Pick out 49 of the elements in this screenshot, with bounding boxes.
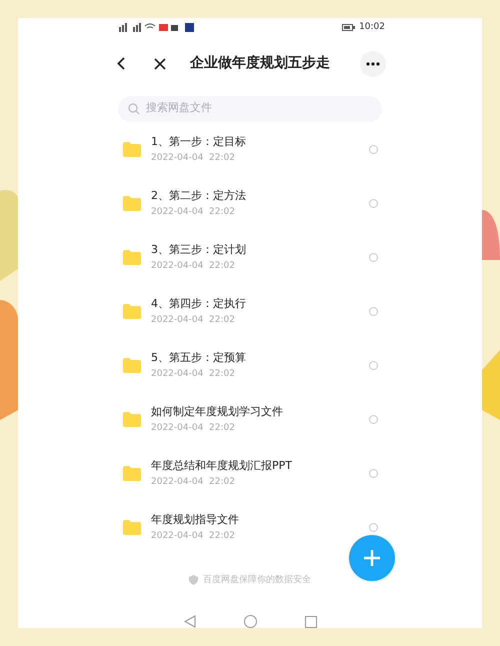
folder-icon xyxy=(123,304,141,319)
file-date: 2022-04-04 22:02 xyxy=(151,368,236,381)
file-name: 2、第二步：定方法 xyxy=(151,188,247,204)
back-nav-icon[interactable] xyxy=(184,615,196,628)
folder-title: 企业做年度规划五步走 xyxy=(190,54,330,74)
file-name: 如何制定年度规划学习文件 xyxy=(151,404,284,420)
file-name: 4、第四步：定执行 xyxy=(151,296,247,312)
select-radio[interactable] xyxy=(369,199,378,208)
file-name: 年度规划指导文件 xyxy=(151,512,240,528)
plus-icon xyxy=(363,548,381,566)
home-nav-icon[interactable] xyxy=(244,615,256,628)
folder-icon xyxy=(123,196,141,211)
file-name: 1、第一步：定目标 xyxy=(151,134,247,150)
folder-icon xyxy=(123,250,141,265)
more-icon xyxy=(366,62,380,66)
select-radio[interactable] xyxy=(369,523,378,532)
battery-icon xyxy=(342,24,356,31)
file-date: 2022-04-04 22:02 xyxy=(151,530,236,543)
file-date: 2022-04-04 22:02 xyxy=(151,152,236,165)
search-input[interactable]: 搜索网盘文件 xyxy=(146,100,346,117)
file-name: 年度总结和年度规划汇报PPT xyxy=(151,458,293,474)
status-time: 10:02 xyxy=(359,20,385,34)
select-radio[interactable] xyxy=(369,307,378,316)
file-name: 5、第五步：定预算 xyxy=(151,350,247,366)
select-radio[interactable] xyxy=(369,253,378,262)
file-date: 2022-04-04 22:02 xyxy=(151,260,236,273)
file-date: 2022-04-04 22:02 xyxy=(151,206,236,219)
search-field[interactable]: 搜索网盘文件 xyxy=(118,96,382,122)
select-radio[interactable] xyxy=(369,361,378,370)
select-radio[interactable] xyxy=(369,145,378,154)
more-button[interactable] xyxy=(360,50,386,77)
file-date: 2022-04-04 22:02 xyxy=(151,422,236,435)
folder-icon xyxy=(123,358,141,373)
add-button[interactable] xyxy=(349,534,395,580)
close-button[interactable] xyxy=(152,56,168,72)
decorative-shape xyxy=(482,210,500,260)
file-date: 2022-04-04 22:02 xyxy=(151,476,236,489)
select-radio[interactable] xyxy=(369,469,378,478)
file-name: 3、第三步：定计划 xyxy=(151,242,247,258)
search-icon xyxy=(128,102,140,115)
file-date: 2022-04-04 22:02 xyxy=(151,314,236,327)
folder-icon xyxy=(123,142,141,157)
recents-nav-icon[interactable] xyxy=(304,616,316,628)
folder-icon xyxy=(123,520,141,535)
shield-icon xyxy=(189,575,198,586)
folder-icon xyxy=(123,412,141,427)
folder-icon xyxy=(123,466,141,481)
security-note: 百度网盘保障你的数据安全 xyxy=(203,574,311,586)
select-radio[interactable] xyxy=(369,415,378,424)
